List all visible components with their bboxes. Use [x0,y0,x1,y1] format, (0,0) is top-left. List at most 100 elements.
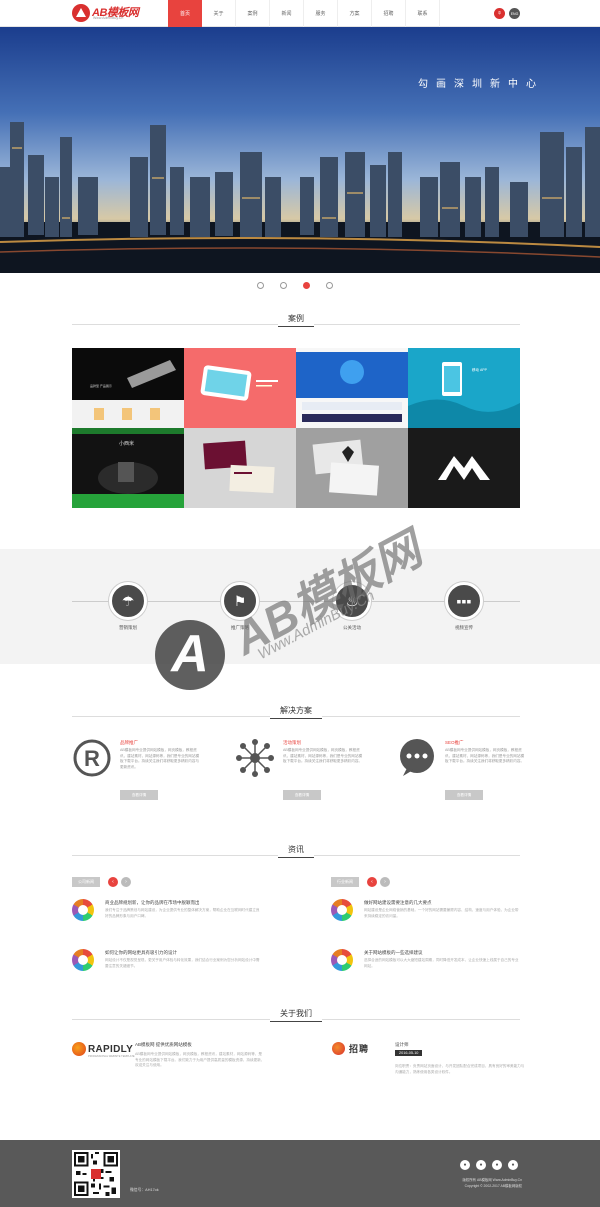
wechat-icon[interactable]: ● [492,1160,502,1170]
nav-item-contact[interactable]: 联系 [406,0,440,27]
nav-item-news[interactable]: 新闻 [270,0,304,27]
news-item-title[interactable]: 如何让你的网站更具有吸引力的设计 [105,950,177,956]
nav-item-cases[interactable]: 案例 [236,0,270,27]
case-item-4[interactable]: 移动 APP [408,348,520,428]
social-links: ● ● ● ● [460,1160,518,1170]
footer-copyright: 版权所有 AB模板网 Www.AdminBuy.Cn Copyright © 2… [412,1177,522,1189]
feature-label-2: 推广策略 [231,625,249,630]
carousel-dot-2[interactable] [280,282,287,289]
case-item-7[interactable] [296,428,408,508]
solution-desc-3: AB模板网专业提供网站模板，网页模板，教程资讯，建站素材，网站源码等，我们是专业… [445,748,525,763]
company-logo: RAPIDLY [72,1042,133,1056]
site-footer: 微信号：AH17ok ● ● ● ● 版权所有 AB模板网 Www.AdminB… [0,1140,600,1207]
solution-more-button-2[interactable]: 查看详情 [283,790,321,800]
case-item-3[interactable] [296,348,408,428]
jobs-logo-icon [332,1042,345,1055]
case-caption-1: 品牌型 产品展示 [90,384,112,388]
news-item-title[interactable]: 商业品牌规划新，让你的品牌在市场中脱颖而出 [105,900,200,906]
feature-item-4[interactable]: ▪▪▪ 视频宣传 [434,582,494,631]
job-title[interactable]: 设计师 [395,1042,409,1048]
nav-item-jobs[interactable]: 招聘 [372,0,406,27]
news-item-desc: 我们专注于品牌策划与网站建设，为企业提供专业的整体解决方案，帮助企业在互联网时代… [105,908,260,918]
feature-label-4: 视频宣传 [455,625,473,630]
solution-more-button-1[interactable]: 查看详情 [120,790,158,800]
news-head-industry: 行业新闻 ‹ › [331,875,521,889]
next-arrow-icon[interactable]: › [121,877,131,887]
flame-icon: ♨ [333,582,371,620]
carousel-dot-4[interactable] [326,282,333,289]
flag-icon: ⚑ [221,582,259,620]
solution-desc-1: AB模板网专业提供网站模板，网页模板，教程资讯，建站素材，网站源码等，我们是专业… [120,748,200,769]
prev-arrow-icon[interactable]: ‹ [108,877,118,887]
hero-banner: 勾画深圳新中心 [0,27,600,273]
news-item-title[interactable]: 做好网站建设需要注意的几大要点 [364,900,432,906]
carousel-dot-3-active[interactable] [303,282,310,289]
color-wheel-icon [331,949,353,971]
company-title[interactable]: AB模板网 提供优质网站模板 [135,1042,192,1048]
svg-text:R: R [84,746,100,771]
chat-icon: ▪▪▪ [445,582,483,620]
case-thumb-6 [184,428,296,508]
network-icon [236,739,274,777]
features-band: ☂ 营销策划 ⚑ 推广策略 ♨ 公关活动 ▪▪▪ 视频宣传 [0,549,600,664]
feature-item-2[interactable]: ⚑ 推广策略 [210,582,270,631]
nav-item-services[interactable]: 服务 [304,0,338,27]
company-desc: AB模板网专业提供网站模板，网页模板，教程资讯，建站素材，网站源码等，是专业的网… [135,1052,265,1067]
news-item-desc: 选择合适的网站模板可以大大缩短建站周期，同时降低开发成本，让企业快速上线属于自己… [364,958,519,968]
news-item[interactable]: 商业品牌规划新，让你的品牌在市场中脱颖而出 我们专注于品牌策划与网站建设，为企业… [72,899,262,939]
solution-item-1: R 品牌推广 AB模板网专业提供网站模板，网页模板，教程资讯，建站素材，网站源码… [72,738,202,808]
phone-icon[interactable]: ● [508,1160,518,1170]
weibo-icon[interactable]: ● [460,1160,470,1170]
news-item-desc: 网站设计不仅是视觉呈现，更关乎用户体验与转化效果，我们结合行业案例为您分析网站设… [105,958,260,968]
feature-item-3[interactable]: ♨ 公关活动 [322,582,382,631]
carousel-dots [257,282,333,289]
company-logo-subtext: PROFESSIONAL WEBSITE TEMPLATE [88,1055,135,1058]
case-caption-5: 小西米 [119,441,135,447]
qr-code [72,1150,120,1198]
cases-title: 案例 [278,313,314,327]
site-header: AB模板网 Www.AdminBuy.Cn 首页 关于 案例 新闻 服务 方案 … [0,0,600,27]
qq-icon[interactable]: ● [476,1160,486,1170]
news-item[interactable]: 关于网站模板的一些选择建议 选择合适的网站模板可以大大缩短建站周期，同时降低开发… [331,949,521,989]
news-item-title[interactable]: 关于网站模板的一些选择建议 [364,950,423,956]
news-tab-industry[interactable]: 行业新闻 [331,877,359,887]
prev-arrow-icon[interactable]: ‹ [367,877,377,887]
nav-item-home[interactable]: 首页 [168,0,202,27]
about-title: 关于我们 [270,1008,322,1022]
news-tab-company[interactable]: 公司新闻 [72,877,100,887]
company-logo-text: RAPIDLY [88,1043,134,1055]
case-item-6[interactable] [184,428,296,508]
news-item[interactable]: 做好网站建设需要注意的几大要点 网站建设是企业网络营销的基础，一个好的网站需要兼… [331,899,521,939]
nav-item-about[interactable]: 关于 [202,0,236,27]
news-column-industry: 行业新闻 ‹ › 做好网站建设需要注意的几大要点 网站建设是企业网络营销的基础，… [331,875,521,989]
color-wheel-icon [72,899,94,921]
solution-title-3: SEO推广 [445,740,464,745]
solution-more-button-3[interactable]: 查看详情 [445,790,483,800]
qr-code-image [74,1152,118,1196]
wechat-id: 微信号：AH17ok [130,1188,159,1192]
job-desc: 岗位职责：负责网站页面设计，与开发团队配合完成项目，具有良好的审美能力与沟通能力… [395,1064,525,1074]
case-item-1[interactable]: 品牌型 产品展示 [72,348,184,428]
jobs-logo-text: 招聘 [349,1044,370,1054]
case-thumb-1 [72,348,184,428]
banner-title: 勾画深圳新中心 [418,79,544,90]
nav-item-solutions[interactable]: 方案 [338,0,372,27]
lang-english-button[interactable]: ENG [509,8,520,19]
carousel-dot-1[interactable] [257,282,264,289]
main-nav: 首页 关于 案例 新闻 服务 方案 招聘 联系 [168,0,440,27]
site-logo[interactable]: AB模板网 Www.AdminBuy.Cn [72,3,152,23]
solutions-title: 解决方案 [270,705,322,719]
case-item-5[interactable]: 小西米 [72,428,184,508]
feature-item-1[interactable]: ☂ 营销策划 [98,582,158,631]
rapidly-logo-icon [72,1042,86,1056]
case-thumb-4 [408,348,520,428]
footer-line-2: Copyright © 2002-2017 AB模板网版权 [464,1184,522,1188]
case-item-2[interactable] [184,348,296,428]
registered-icon: R [73,739,111,777]
case-item-8[interactable] [408,428,520,508]
speech-bubble-icon [400,739,434,776]
news-head-company: 公司新闻 ‹ › [72,875,262,889]
news-item[interactable]: 如何让你的网站更具有吸引力的设计 网站设计不仅是视觉呈现，更关乎用户体验与转化效… [72,949,262,989]
next-arrow-icon[interactable]: › [380,877,390,887]
lang-chinese-button[interactable]: 中 [494,8,505,19]
